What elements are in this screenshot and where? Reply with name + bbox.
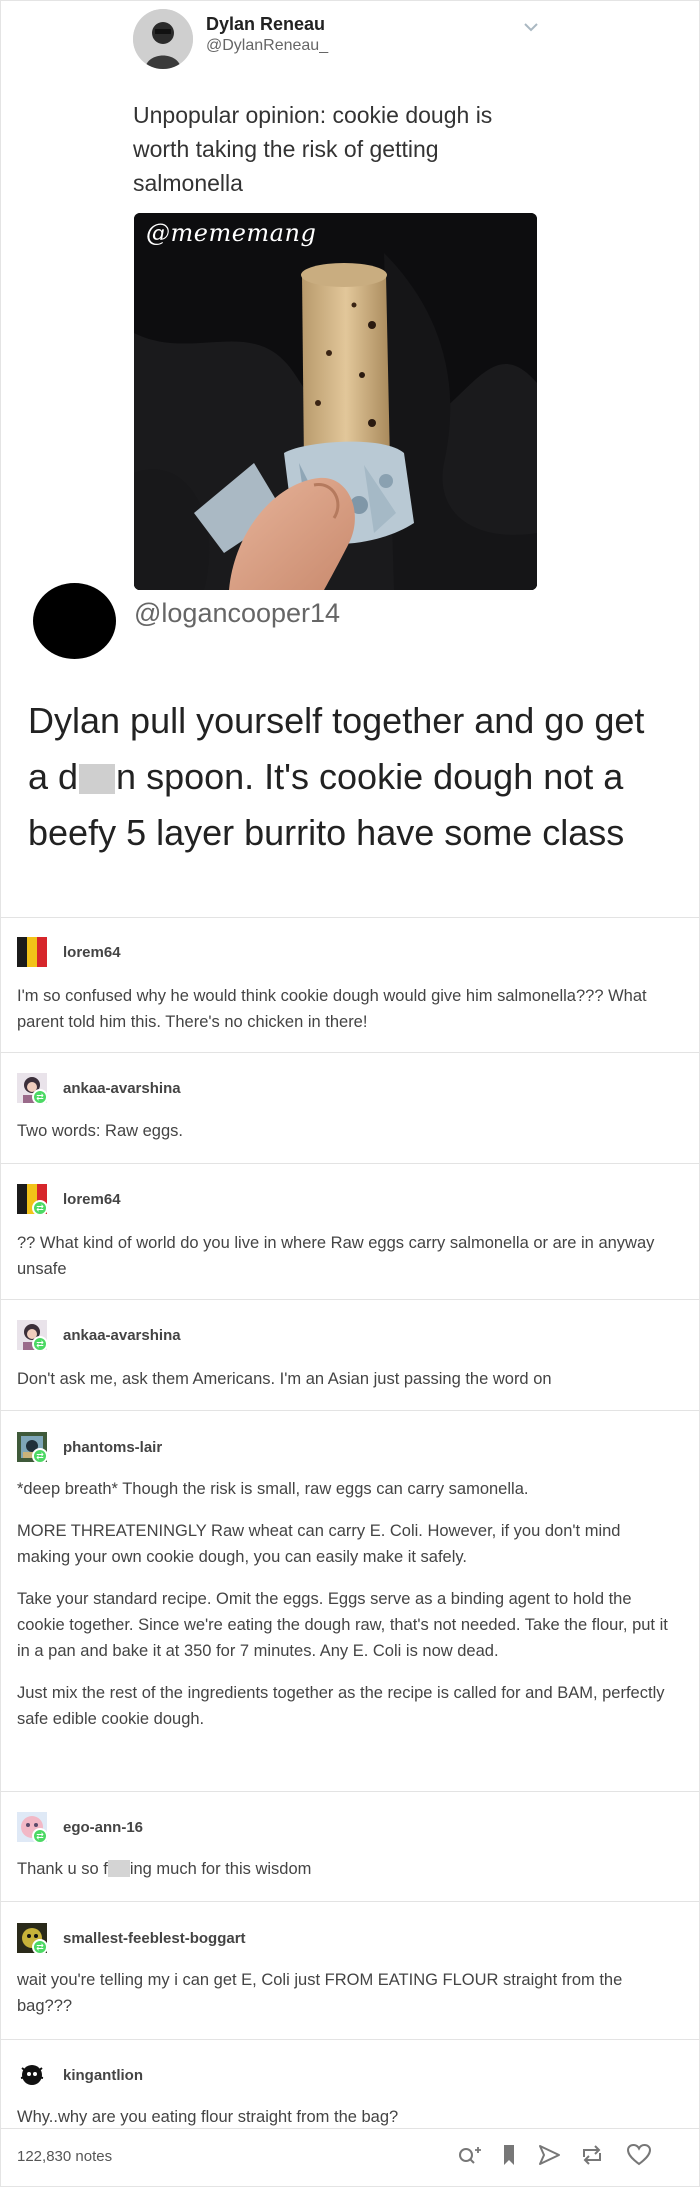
reblog-badge-icon: ⇄ — [32, 1200, 48, 1216]
divider — [0, 1299, 700, 1300]
reply-text: Dylan pull yourself together and go get … — [28, 693, 668, 861]
post-paragraph: Take your standard recipe. Omit the eggs… — [17, 1590, 668, 1660]
divider — [0, 2039, 700, 2040]
chevron-down-icon[interactable] — [522, 18, 540, 36]
divider — [0, 917, 700, 918]
post-paragraph: Thank u so f ing much for this wisdom — [17, 1856, 677, 1882]
post-paragraph: ?? What kind of world do you live in whe… — [17, 1234, 655, 1278]
post-body: wait you're telling my i can get E, Coli… — [17, 1967, 677, 2035]
post-body: *deep breath* Though the risk is small, … — [17, 1476, 677, 1748]
divider — [0, 1163, 700, 1164]
reblog-badge-icon: ⇄ — [32, 1336, 48, 1352]
post-body: Thank u so f ing much for this wisdom — [17, 1856, 677, 1898]
censor-bar — [79, 764, 116, 794]
reply-avatar[interactable] — [33, 583, 116, 659]
image-watermark: @mememang — [146, 219, 317, 247]
post-paragraph: Why..why are you eating flour straight f… — [17, 2108, 399, 2126]
post-username[interactable]: smallest-feeblest-boggart — [63, 1930, 246, 1947]
post-paragraph: Don't ask me, ask them Americans. I'm an… — [17, 1370, 552, 1388]
divider — [0, 1052, 700, 1053]
post-text-start: Thank u so f — [17, 1860, 108, 1878]
search-icon[interactable] — [455, 2141, 483, 2169]
post-paragraph: Just mix the rest of the ingredients tog… — [17, 1684, 665, 1728]
post-username[interactable]: phantoms-lair — [63, 1439, 162, 1456]
divider — [0, 1791, 700, 1792]
avatar[interactable] — [17, 2060, 47, 2090]
reblog-badge-icon: ⇄ — [32, 1939, 48, 1955]
tweet-image[interactable]: @mememang — [134, 213, 537, 590]
share-icon[interactable] — [535, 2141, 563, 2169]
post-body: I'm so confused why he would think cooki… — [17, 983, 677, 1051]
reblog-icon[interactable] — [578, 2141, 606, 2169]
post-username[interactable]: ego-ann-16 — [63, 1819, 143, 1836]
tweet-author-name[interactable]: Dylan Reneau — [206, 14, 325, 35]
censor-bar — [107, 1860, 130, 1877]
avatar[interactable] — [17, 937, 47, 967]
post-username[interactable]: ankaa-avarshina — [63, 1080, 181, 1097]
post-paragraph: *deep breath* Though the risk is small, … — [17, 1480, 529, 1498]
post-paragraph: MORE THREATENINGLY Raw wheat can carry E… — [17, 1522, 621, 1566]
reblog-badge-icon: ⇄ — [32, 1448, 48, 1464]
tweet-text: Unpopular opinion: cookie dough is worth… — [133, 102, 493, 196]
post-username[interactable]: kingantlion — [63, 2067, 143, 2084]
post-body: ?? What kind of world do you live in whe… — [17, 1230, 677, 1298]
divider — [0, 1901, 700, 1902]
heart-icon[interactable] — [625, 2141, 653, 2169]
post-username[interactable]: ankaa-avarshina — [63, 1327, 181, 1344]
tweet-card: Dylan Reneau @DylanReneau_ Unpopular opi… — [0, 0, 700, 590]
reblog-badge-icon: ⇄ — [32, 1089, 48, 1105]
post-actions — [0, 2141, 700, 2169]
divider — [0, 1410, 700, 1411]
reply-text-end: n spoon. It's cookie dough not a beefy 5… — [28, 756, 625, 853]
post-paragraph: wait you're telling my i can get E, Coli… — [17, 1971, 623, 2015]
post-username[interactable]: lorem64 — [63, 1191, 121, 1208]
reply-handle[interactable]: @logancooper14 — [134, 598, 340, 629]
tweet-avatar[interactable] — [133, 9, 193, 69]
post-paragraph: Two words: Raw eggs. — [17, 1122, 183, 1140]
tweet-author-handle[interactable]: @DylanReneau_ — [206, 37, 328, 55]
post-body: Why..why are you eating flour straight f… — [17, 2104, 677, 2146]
bookmark-icon[interactable] — [495, 2141, 523, 2169]
post-paragraph: I'm so confused why he would think cooki… — [17, 987, 647, 1031]
post-body: Two words: Raw eggs. — [17, 1118, 677, 1160]
post-body: Don't ask me, ask them Americans. I'm an… — [17, 1366, 677, 1408]
reblog-badge-icon: ⇄ — [32, 1828, 48, 1844]
post-username[interactable]: lorem64 — [63, 944, 121, 961]
post-text-end: ing much for this wisdom — [129, 1860, 312, 1878]
